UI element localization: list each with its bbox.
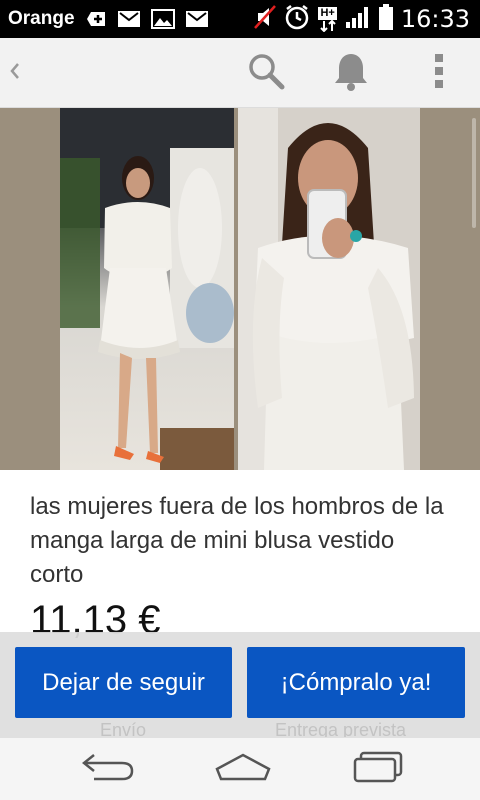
overflow-menu-icon: [434, 53, 444, 94]
mute-icon: [254, 4, 277, 34]
nav-back-button[interactable]: [70, 738, 145, 800]
image-scroll-indicator: [472, 118, 476, 228]
notifications-button[interactable]: [325, 38, 377, 108]
mail-icon: [185, 10, 209, 28]
bell-icon: [333, 51, 369, 96]
status-bar: Orange H+ 16:33: [0, 0, 480, 38]
carrier-name: Orange: [8, 8, 75, 29]
product-image-gallery[interactable]: [0, 108, 480, 470]
signal-icon: [345, 5, 371, 34]
buy-now-button[interactable]: ¡Cómpralo ya!: [247, 647, 465, 718]
product-title: las mujeres fuera de los hombros de la m…: [30, 493, 444, 588]
gallery-icon: [150, 9, 175, 29]
overflow-menu-button[interactable]: [415, 38, 463, 108]
nav-home-button[interactable]: [205, 738, 280, 800]
nav-recent-apps-button[interactable]: [340, 738, 415, 800]
app-toolbar: [0, 38, 480, 108]
product-photo-selfie: [238, 108, 420, 470]
product-details: las mujeres fuera de los hombros de la m…: [0, 470, 480, 640]
search-button[interactable]: [240, 38, 292, 108]
network-type-icon: H+: [318, 6, 337, 32]
system-nav-bar: [0, 737, 480, 800]
plus-notification-icon: [85, 9, 107, 29]
home-icon: [213, 751, 273, 788]
action-bar: Dejar de seguir ¡Cómpralo ya! Envío Entr…: [0, 632, 480, 740]
back-button[interactable]: [0, 38, 30, 108]
product-photo-front: [60, 108, 234, 470]
battery-icon: [378, 3, 393, 35]
search-icon: [246, 51, 286, 96]
status-clock: 16:33: [400, 5, 470, 33]
network-type-label: H+: [318, 6, 337, 20]
mail-icon: [117, 10, 141, 28]
recent-apps-icon: [351, 750, 405, 789]
alarm-icon: [284, 4, 310, 35]
unfollow-button[interactable]: Dejar de seguir: [15, 647, 232, 718]
chevron-left-icon: [8, 59, 22, 88]
back-arrow-icon: [80, 751, 136, 788]
